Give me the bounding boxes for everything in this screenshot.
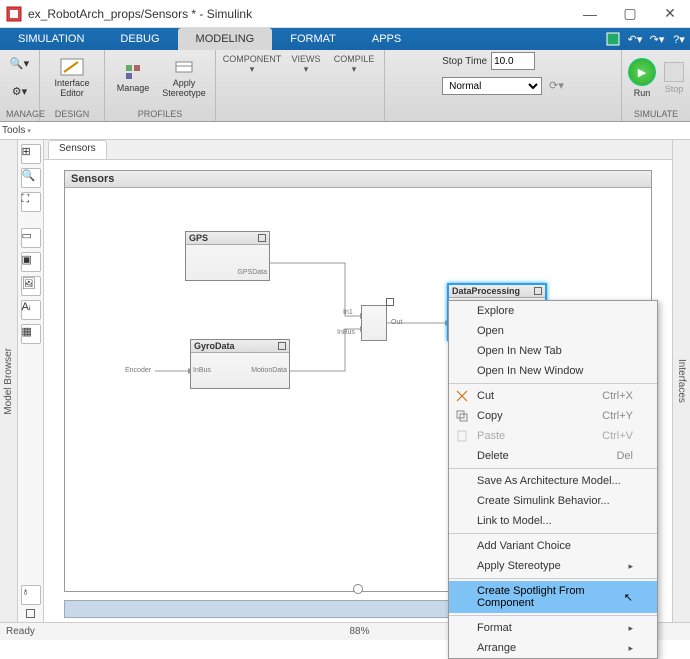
menu-delete[interactable]: DeleteDel [449, 446, 657, 466]
model-browser-panel[interactable]: Model Browser [0, 140, 18, 622]
menu-open[interactable]: Open [449, 321, 657, 341]
sim-mode-select[interactable]: Normal [442, 77, 542, 95]
tab-apps[interactable]: APPS [354, 28, 419, 50]
menu-format[interactable]: Format [449, 618, 657, 638]
stoptime-label: Stop Time [442, 56, 487, 67]
cursor-icon: ↖ [624, 591, 633, 604]
maximize-button[interactable]: ▢ [610, 0, 650, 28]
copy-icon [455, 409, 469, 423]
tools-dropdown[interactable]: Tools [0, 122, 690, 140]
block-badge-icon [534, 287, 542, 295]
close-button[interactable]: ✕ [650, 0, 690, 28]
tab-simulation[interactable]: SIMULATION [0, 28, 102, 50]
views-dropdown[interactable]: VIEWS▾ [286, 52, 326, 75]
palette-record-icon[interactable] [26, 609, 35, 618]
menu-paste: PasteCtrl+V [449, 426, 657, 446]
block-badge-icon [258, 234, 266, 242]
fast-restart-icon[interactable]: ⟳▾ [549, 80, 564, 92]
encoder-label: Encoder [125, 367, 151, 374]
tab-debug[interactable]: DEBUG [102, 28, 177, 50]
nav-handle-icon[interactable] [353, 584, 363, 594]
menu-create-spotlight[interactable]: Create Spotlight From Component↖ [449, 581, 657, 613]
block-gyrodata[interactable]: GyroData InBus MotionData [190, 339, 290, 389]
frame-title: Sensors [65, 171, 651, 188]
palette-hierarchy-icon[interactable]: ♁ [21, 585, 41, 605]
palette-annotate-icon[interactable]: ▭ [21, 228, 41, 248]
interface-editor-button[interactable]: Interface Editor [46, 52, 98, 104]
palette-viewmark-icon[interactable]: ▦ [21, 324, 41, 344]
group-design: DESIGN [46, 109, 98, 121]
menu-open-tab[interactable]: Open In New Tab [449, 341, 657, 361]
tab-sensors[interactable]: Sensors [48, 140, 107, 159]
title-bar: ex_RobotArch_props/Sensors * - Simulink … [0, 0, 690, 28]
canvas-tabs: Sensors [44, 140, 672, 160]
scissors-icon [455, 389, 469, 403]
search-icon[interactable]: 🔍▾ [9, 52, 31, 74]
context-menu: Explore Open Open In New Tab Open In New… [448, 300, 658, 659]
stereotype-icon [175, 58, 193, 76]
menu-add-variant[interactable]: Add Variant Choice [449, 536, 657, 556]
toolstrip: 🔍▾ ⚙▾ MANAGE Interface Editor DESIGN Man… [0, 50, 690, 122]
menu-create-simulink[interactable]: Create Simulink Behavior... [449, 491, 657, 511]
undo-icon[interactable]: ↶▾ [624, 28, 646, 50]
interfaces-panel[interactable]: Interfaces [672, 140, 690, 622]
palette-fit-icon[interactable]: ⛶ [21, 192, 41, 212]
block-badge-icon [386, 298, 394, 306]
window-title: ex_RobotArch_props/Sensors * - Simulink [28, 7, 570, 21]
tab-format[interactable]: FORMAT [272, 28, 354, 50]
help-icon[interactable]: ?▾ [668, 28, 690, 50]
manage-button[interactable]: Manage [111, 52, 155, 104]
pencil-icon [60, 58, 84, 76]
redo-icon[interactable]: ↷▾ [646, 28, 668, 50]
menu-link-model[interactable]: Link to Model... [449, 511, 657, 531]
stoptime-input[interactable] [491, 52, 535, 70]
stop-button[interactable] [664, 62, 684, 82]
palette-area-icon[interactable]: ▣ [21, 252, 41, 272]
status-ready: Ready [6, 626, 35, 637]
palette-nav-icon[interactable]: ⊞ [21, 144, 41, 164]
palette-comment-icon[interactable]: Aᵢ [21, 300, 41, 320]
compile-dropdown[interactable]: COMPILE▾ [330, 52, 378, 75]
menu-cut[interactable]: CutCtrl+X [449, 386, 657, 406]
app-icon [6, 6, 22, 22]
menu-copy[interactable]: CopyCtrl+Y [449, 406, 657, 426]
menu-apply-stereotype[interactable]: Apply Stereotype [449, 556, 657, 576]
apply-stereotype-button[interactable]: Apply Stereotype [159, 52, 209, 104]
menu-open-window[interactable]: Open In New Window [449, 361, 657, 381]
save-icon[interactable] [602, 28, 624, 50]
main-tabs: SIMULATION DEBUG MODELING FORMAT APPS ↶▾… [0, 28, 690, 50]
paste-icon [455, 429, 469, 443]
group-simulate: SIMULATE [628, 109, 684, 121]
tab-modeling[interactable]: MODELING [178, 28, 273, 50]
status-zoom: 88% [349, 626, 369, 637]
menu-arrange[interactable]: Arrange [449, 638, 657, 658]
profile-icon [124, 63, 142, 81]
group-manage: MANAGE [6, 109, 33, 121]
component-dropdown[interactable]: COMPONENT▾ [222, 52, 282, 75]
block-gps[interactable]: GPS GPSData [185, 231, 270, 281]
canvas-palette: ⊞ 🔍 ⛶ ▭ ▣ 🖼 Aᵢ ▦ ♁ [18, 140, 44, 622]
minimize-button[interactable]: — [570, 0, 610, 28]
menu-save-arch[interactable]: Save As Architecture Model... [449, 471, 657, 491]
palette-zoom-icon[interactable]: 🔍 [21, 168, 41, 188]
block-badge-icon [278, 342, 286, 350]
run-button[interactable]: ▶ [628, 58, 656, 86]
menu-explore[interactable]: Explore [449, 301, 657, 321]
block-mux[interactable] [361, 305, 387, 341]
group-profiles: PROFILES [111, 109, 209, 121]
gear-icon[interactable]: ⚙▾ [9, 80, 31, 102]
palette-image-icon[interactable]: 🖼 [21, 276, 41, 296]
